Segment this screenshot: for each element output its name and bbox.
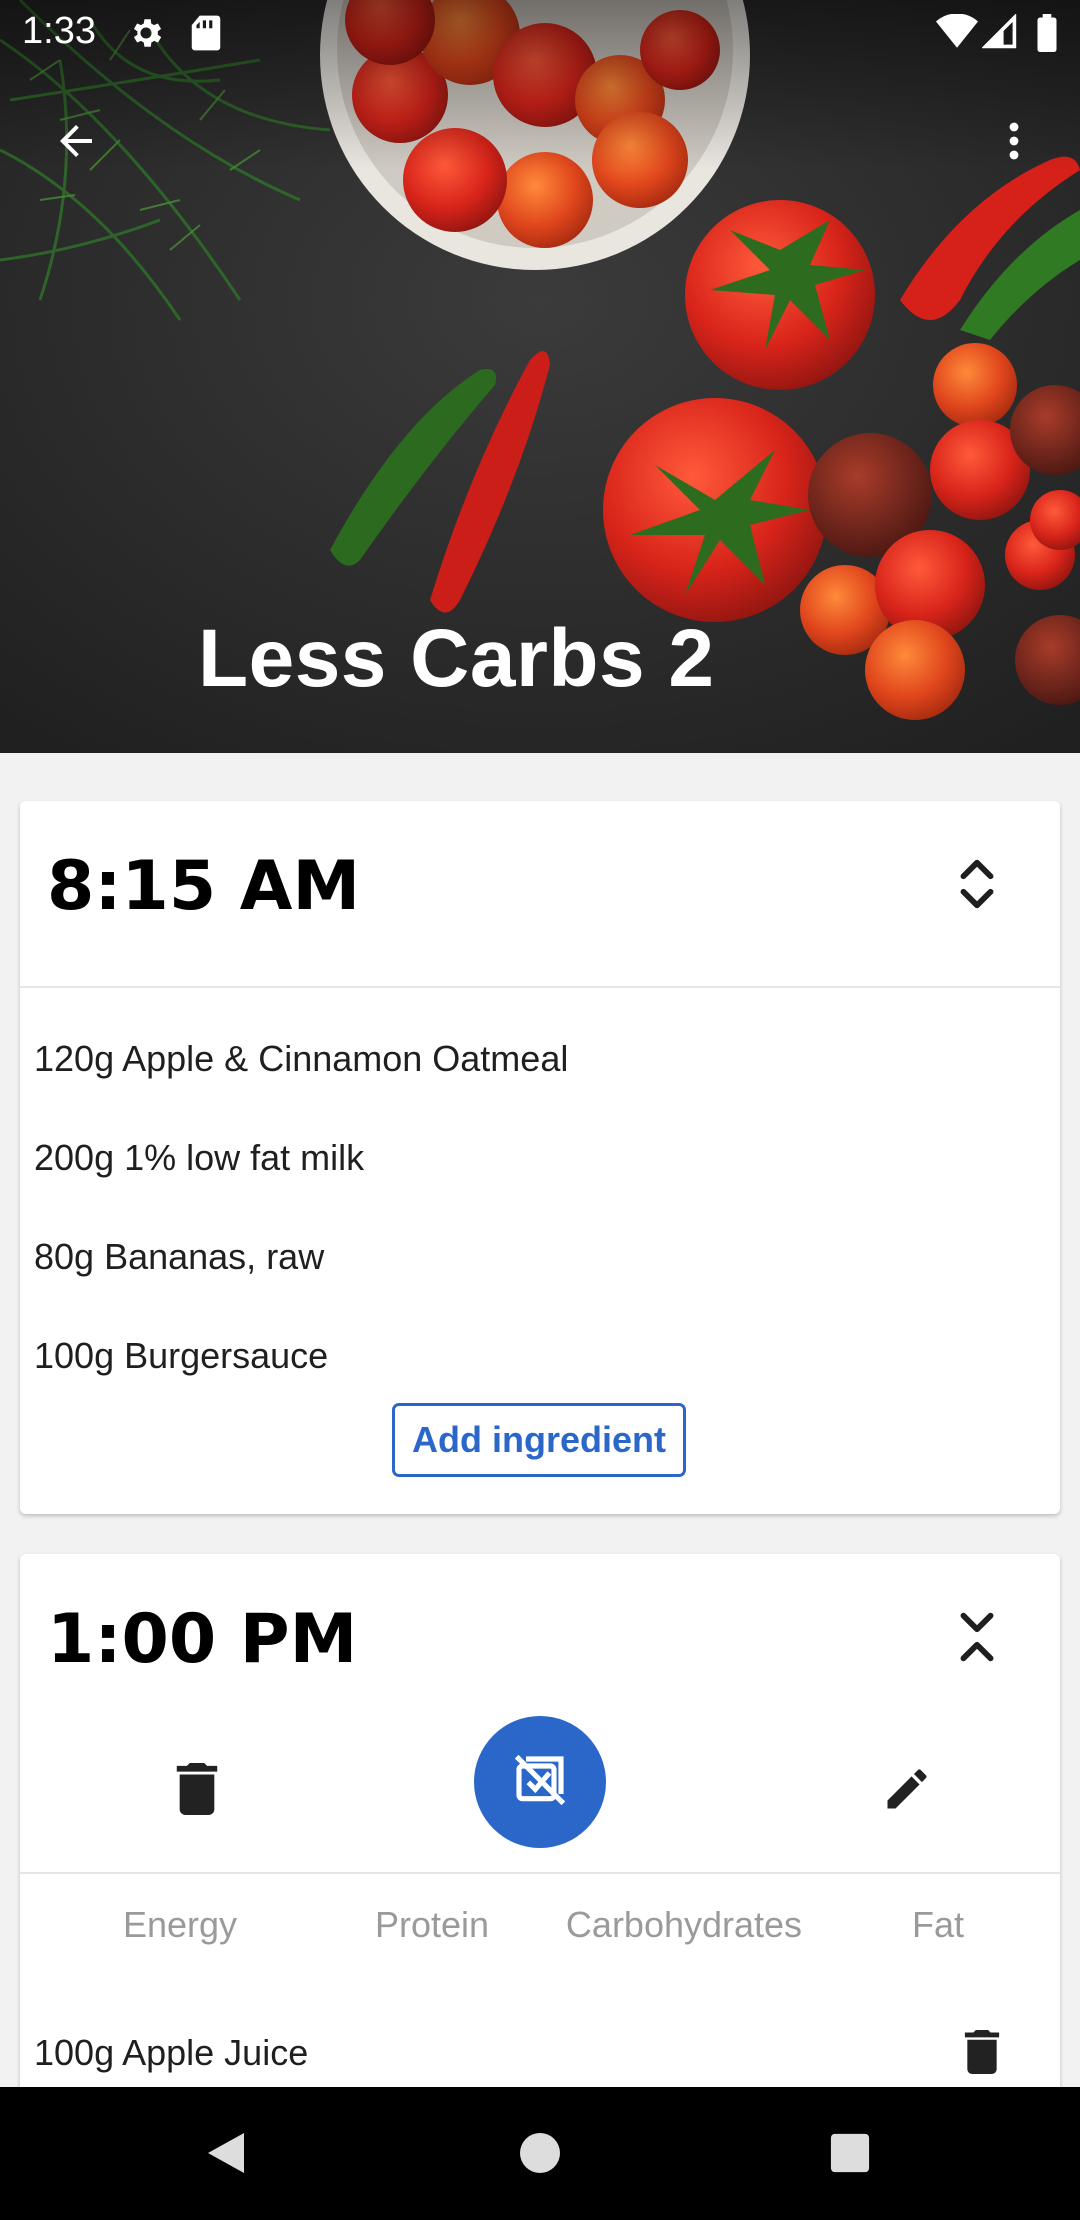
trash-icon bbox=[964, 2029, 1000, 2079]
settings-icon bbox=[127, 14, 165, 57]
status-time: 1:33 bbox=[22, 10, 96, 52]
system-navigation-bar bbox=[0, 2087, 1080, 2220]
square-recents-icon bbox=[829, 2132, 871, 2179]
ingredient-item[interactable]: 100g Burgersauce bbox=[34, 1335, 328, 1377]
plan-title: Less Carbs 2 bbox=[198, 613, 715, 704]
battery-icon bbox=[1036, 14, 1058, 57]
delete-item-button[interactable] bbox=[952, 2024, 1012, 2084]
sd-card-icon bbox=[190, 14, 222, 57]
log-meal-button[interactable] bbox=[474, 1716, 606, 1848]
collapse-button[interactable] bbox=[932, 841, 1022, 931]
nav-back-button[interactable] bbox=[186, 2115, 266, 2195]
triangle-back-icon bbox=[204, 2129, 248, 2182]
unfold-more-icon bbox=[955, 1606, 999, 1673]
nav-home-button[interactable] bbox=[500, 2115, 580, 2195]
overflow-menu-button[interactable] bbox=[966, 95, 1062, 191]
add-ingredient-button[interactable]: Add ingredient bbox=[392, 1403, 686, 1477]
ingredient-item[interactable]: 200g 1% low fat milk bbox=[34, 1137, 364, 1179]
divider bbox=[20, 986, 1060, 988]
back-button[interactable] bbox=[28, 95, 124, 191]
nav-recents-button[interactable] bbox=[810, 2115, 890, 2195]
trash-icon bbox=[175, 1762, 219, 1820]
signal-icon bbox=[981, 13, 1018, 55]
nutrient-label-carbohydrates: Carbohydrates bbox=[565, 1904, 803, 1945]
edit-meal-button[interactable] bbox=[862, 1746, 952, 1836]
status-bar: 1:33 bbox=[0, 0, 1080, 66]
nutrient-label-energy: Energy bbox=[122, 1904, 238, 1945]
divider bbox=[20, 1872, 1060, 1874]
meal-time[interactable]: 8:15 AM bbox=[47, 847, 360, 926]
meal-log-icon bbox=[512, 1752, 568, 1813]
delete-meal-button[interactable] bbox=[152, 1746, 242, 1836]
header-image: 1:33 Less Carbs 2 bbox=[0, 0, 1080, 753]
meal-card: 8:15 AM 120g Apple & Cinnamon Oatmeal 20… bbox=[20, 801, 1060, 1514]
ingredient-item[interactable]: 80g Bananas, raw bbox=[34, 1236, 324, 1278]
circle-home-icon bbox=[518, 2131, 562, 2180]
pencil-icon bbox=[881, 1763, 933, 1820]
expand-button[interactable] bbox=[932, 1594, 1022, 1684]
meal-time[interactable]: 1:00 PM bbox=[47, 1600, 357, 1679]
back-arrow-icon bbox=[52, 117, 100, 170]
meal-item[interactable]: 100g Apple Juice bbox=[34, 2032, 308, 2074]
nutrient-label-fat: Fat bbox=[911, 1904, 964, 1945]
ingredient-item[interactable]: 120g Apple & Cinnamon Oatmeal bbox=[34, 1038, 568, 1080]
meal-card: 1:00 PM Energy Protein Carbohydrates Fat… bbox=[20, 1554, 1060, 2114]
unfold-less-icon bbox=[955, 853, 999, 920]
more-vert-icon bbox=[990, 117, 1038, 170]
wifi-icon bbox=[936, 13, 978, 55]
nutrient-label-protein: Protein bbox=[374, 1904, 490, 1945]
